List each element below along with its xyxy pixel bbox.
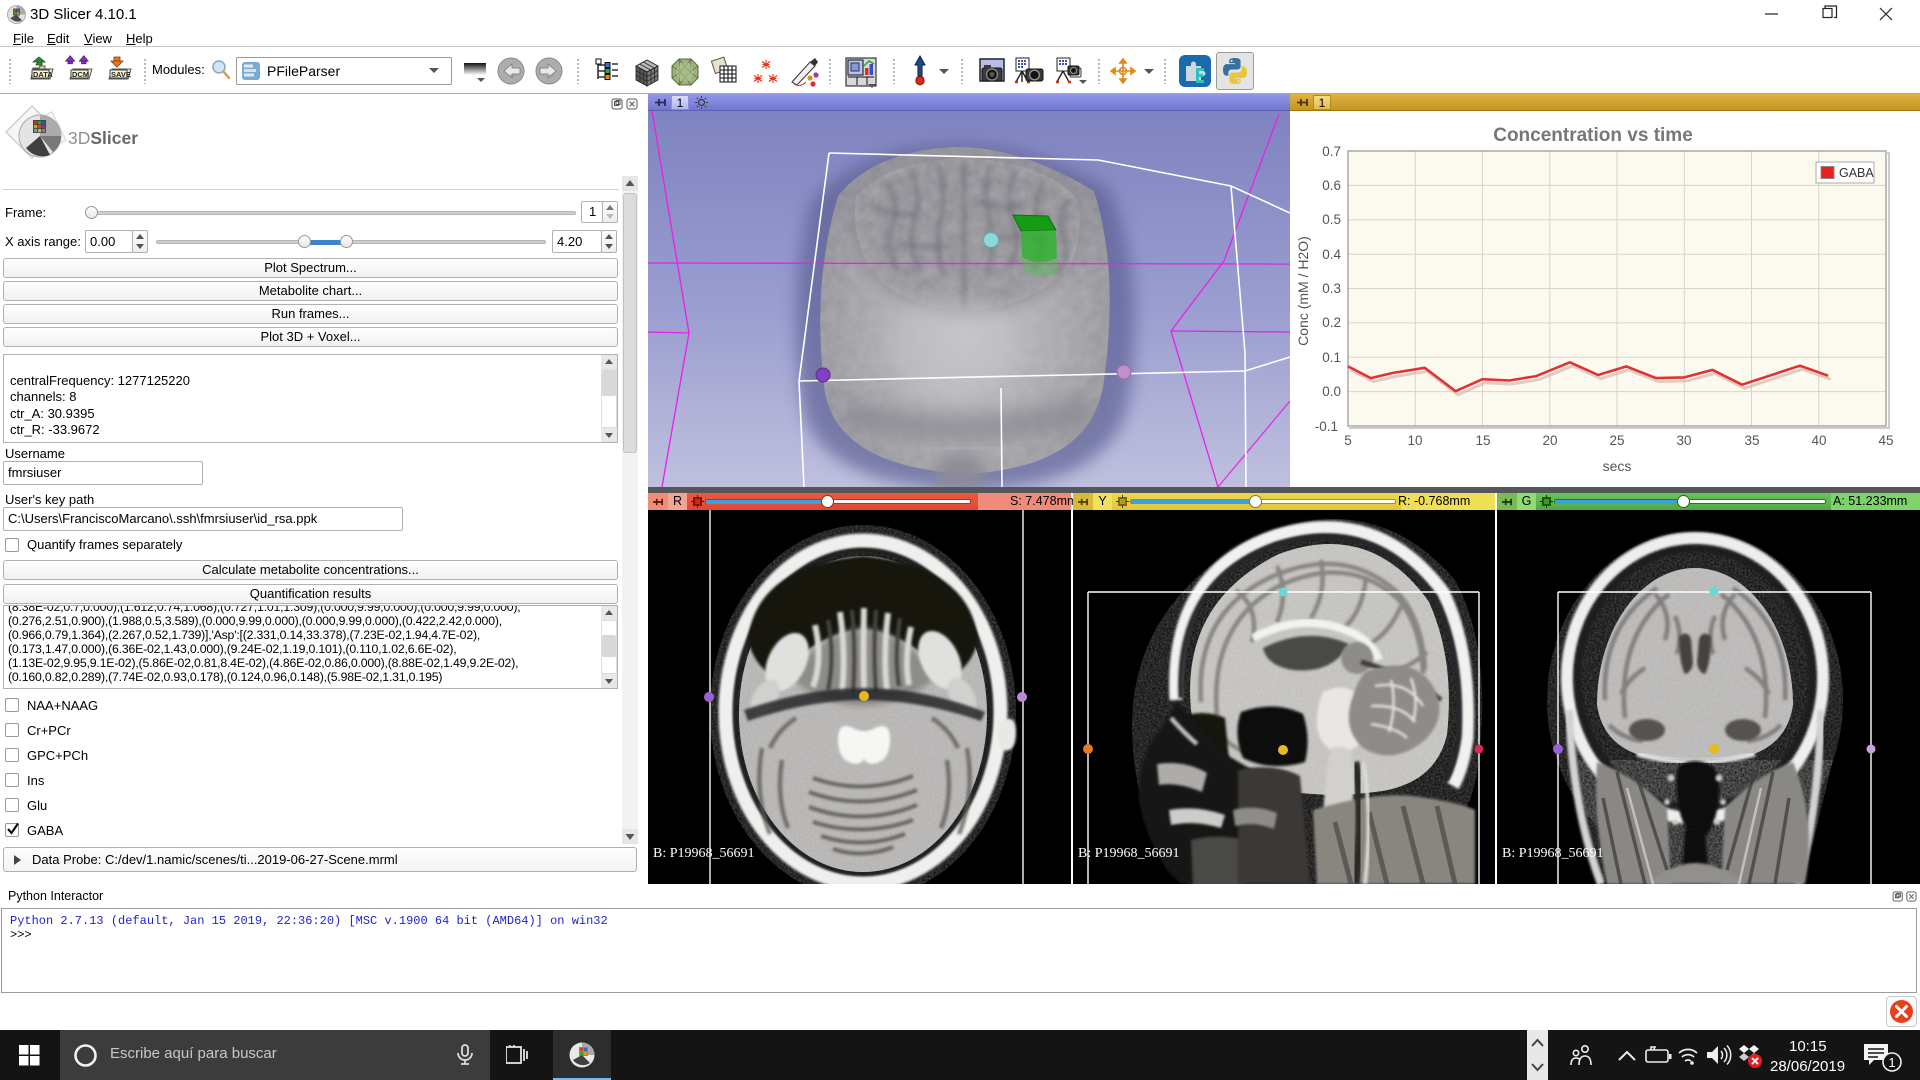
svg-text:Concentration vs time: Concentration vs time (1493, 125, 1693, 146)
svg-text:35: 35 (1744, 433, 1759, 448)
svg-text:15: 15 (1475, 433, 1490, 448)
svg-text:10: 10 (1407, 433, 1422, 448)
svg-text:0.2: 0.2 (1322, 315, 1341, 330)
svg-text:3DSlicer: 3DSlicer (68, 128, 138, 148)
svg-text:0.1: 0.1 (1322, 350, 1341, 365)
svg-text:1: 1 (1888, 1055, 1895, 1070)
svg-text:25: 25 (1609, 433, 1624, 448)
svg-text:secs: secs (1603, 458, 1632, 474)
svg-text:0.6: 0.6 (1322, 178, 1341, 193)
svg-text:SAVE: SAVE (111, 70, 131, 79)
svg-text:0.5: 0.5 (1322, 212, 1341, 227)
svg-text:-0.1: -0.1 (1315, 419, 1338, 434)
svg-text:40: 40 (1811, 433, 1826, 448)
svg-text:DATA: DATA (33, 70, 53, 79)
svg-text:5: 5 (1344, 433, 1352, 448)
svg-text:0.4: 0.4 (1322, 247, 1341, 262)
svg-text:45: 45 (1878, 433, 1893, 448)
svg-text:0.7: 0.7 (1322, 144, 1341, 159)
svg-text:Conc (mM / H2O): Conc (mM / H2O) (1295, 236, 1311, 346)
svg-text:0.3: 0.3 (1322, 281, 1341, 296)
svg-text:0.0: 0.0 (1322, 384, 1341, 399)
svg-text:GABA: GABA (1839, 166, 1874, 180)
svg-text:DCM: DCM (72, 70, 89, 79)
svg-text:30: 30 (1676, 433, 1691, 448)
svg-text:20: 20 (1542, 433, 1557, 448)
